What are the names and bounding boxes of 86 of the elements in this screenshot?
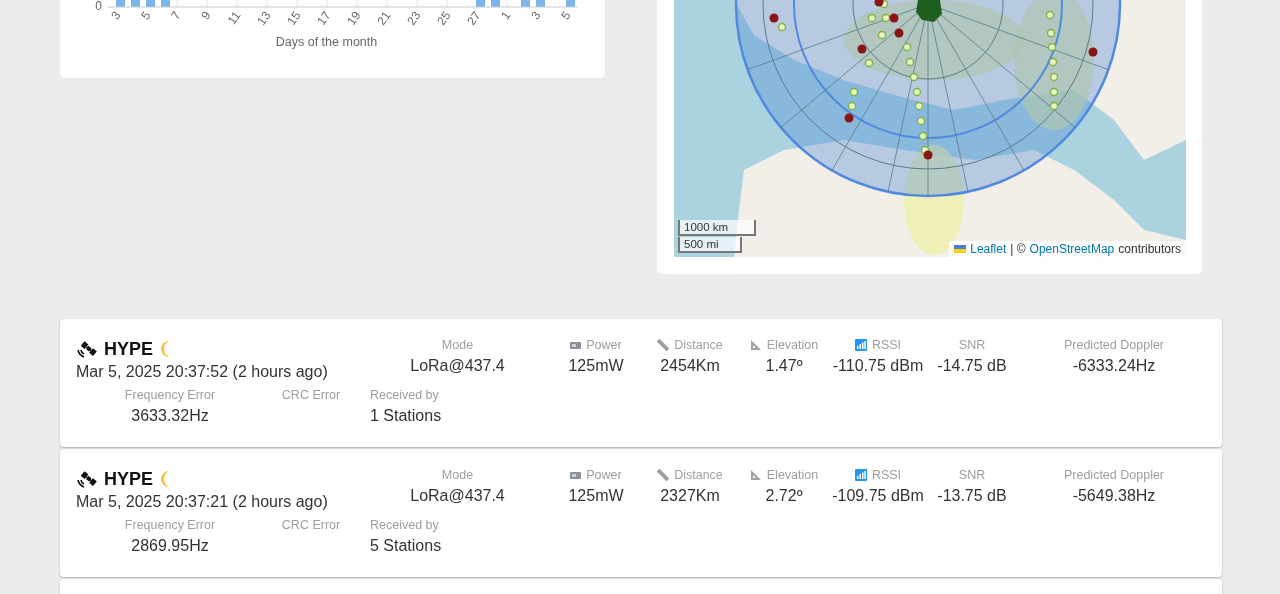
field-value: -6333.24Hz bbox=[1072, 357, 1156, 375]
field-label: Power bbox=[586, 337, 622, 352]
field-label: Frequency Error bbox=[124, 517, 216, 532]
field-value: LoRa@437.4 bbox=[410, 487, 505, 505]
chart-bar bbox=[476, 0, 485, 7]
satellite-name: HYPE bbox=[104, 468, 154, 490]
field-label: Distance bbox=[674, 337, 723, 352]
field-value: 5 Stations bbox=[370, 537, 442, 555]
radio-icon bbox=[570, 340, 582, 349]
chart-bar bbox=[131, 0, 140, 7]
axis-tick-label: 9 bbox=[198, 8, 214, 23]
field-value: -5649.38Hz bbox=[1072, 487, 1156, 505]
field-label: Mode bbox=[441, 337, 474, 352]
map-scale-bar: 1000 km bbox=[678, 220, 756, 236]
packet-card[interactable] bbox=[60, 449, 1222, 577]
triangle-ruler-icon bbox=[749, 468, 762, 481]
field-label: Predicted Doppler bbox=[1063, 467, 1165, 482]
field-label: Elevation bbox=[766, 467, 819, 482]
signal-icon bbox=[854, 468, 867, 481]
chart-bar bbox=[161, 0, 170, 7]
field-label: CRC Error bbox=[281, 517, 341, 532]
axis-tick-label: 1 bbox=[498, 8, 514, 23]
field-value: 2327Km bbox=[660, 487, 720, 505]
map-scale-bar: 500 mi bbox=[678, 237, 742, 253]
field-label: RSSI bbox=[871, 467, 902, 482]
satellite-icon bbox=[76, 339, 98, 359]
field-label: CRC Error bbox=[281, 387, 341, 402]
field-label: SNR bbox=[958, 337, 986, 352]
chart-bar bbox=[566, 0, 575, 7]
field-label: SNR bbox=[958, 467, 986, 482]
axis-tick-label: 23 bbox=[404, 8, 424, 28]
axis-tick-label: 3 bbox=[108, 8, 124, 23]
satellite-name: HYPE bbox=[104, 338, 154, 360]
triangle-ruler-icon bbox=[749, 338, 762, 351]
field-label: Received by bbox=[370, 517, 439, 532]
axis-tick-label: 13 bbox=[254, 8, 274, 28]
satellite-icon bbox=[76, 469, 98, 489]
field-value: 1.47º bbox=[765, 357, 803, 375]
radio-icon bbox=[570, 470, 582, 479]
axis-tick-label: 19 bbox=[344, 8, 364, 28]
axis-tick-label: 3 bbox=[528, 8, 544, 23]
axis-tick-label: 7 bbox=[168, 8, 184, 23]
field-value: 1 Stations bbox=[370, 407, 442, 425]
openstreetmap-link[interactable]: OpenStreetMap bbox=[1029, 242, 1115, 256]
field-label: Frequency Error bbox=[124, 387, 216, 402]
axis-tick-label: 21 bbox=[374, 8, 394, 28]
chart-bar bbox=[146, 0, 155, 7]
field-value: -109.75 dBm bbox=[832, 487, 924, 505]
field-label: Mode bbox=[441, 467, 474, 482]
attribution-text: contributors bbox=[1118, 242, 1181, 256]
field-label: Received by bbox=[370, 387, 439, 402]
axis-tick-label: 11 bbox=[224, 8, 244, 27]
field-value: 2869.95Hz bbox=[131, 537, 209, 555]
field-value: -110.75 dBm bbox=[832, 357, 924, 375]
packet-timestamp: Mar 5, 2025 20:37:52 (2 hours ago) bbox=[76, 363, 329, 381]
field-value: 125mW bbox=[568, 357, 624, 375]
field-value: LoRa@437.4 bbox=[410, 357, 505, 375]
axis-tick-label: 5 bbox=[558, 8, 574, 23]
field-value: 2454Km bbox=[660, 357, 720, 375]
chart-bar bbox=[116, 0, 125, 7]
field-label: Predicted Doppler bbox=[1063, 337, 1165, 352]
signal-icon bbox=[854, 338, 867, 351]
field-value: -14.75 dB bbox=[937, 357, 1007, 375]
field-label: RSSI bbox=[871, 337, 902, 352]
axis-tick-label: 0 bbox=[95, 0, 102, 13]
attribution-separator: | © bbox=[1010, 242, 1026, 256]
axis-title: Days of the month bbox=[274, 35, 379, 49]
field-label: Elevation bbox=[766, 337, 819, 352]
field-label: Power bbox=[586, 467, 622, 482]
chart-bar bbox=[491, 0, 500, 7]
axis-tick-label: 17 bbox=[314, 8, 334, 28]
chart-bar bbox=[536, 0, 545, 7]
axis-tick-label: 15 bbox=[284, 8, 304, 28]
field-value: 3633.32Hz bbox=[131, 407, 209, 425]
packet-timestamp: Mar 5, 2025 20:37:21 (2 hours ago) bbox=[76, 493, 329, 511]
axis-tick-label: 27 bbox=[464, 8, 484, 28]
packet-card[interactable] bbox=[60, 319, 1222, 447]
axis-tick-label: 5 bbox=[138, 8, 154, 23]
field-value: 125mW bbox=[568, 487, 624, 505]
field-value: 2.72º bbox=[765, 487, 803, 505]
leaflet-link[interactable]: Leaflet bbox=[970, 242, 1007, 256]
field-value: -13.75 dB bbox=[937, 487, 1007, 505]
axis-tick-label: 25 bbox=[434, 8, 454, 28]
flag-icon bbox=[954, 245, 967, 253]
chart-bar bbox=[521, 0, 530, 7]
field-label: Distance bbox=[674, 467, 723, 482]
